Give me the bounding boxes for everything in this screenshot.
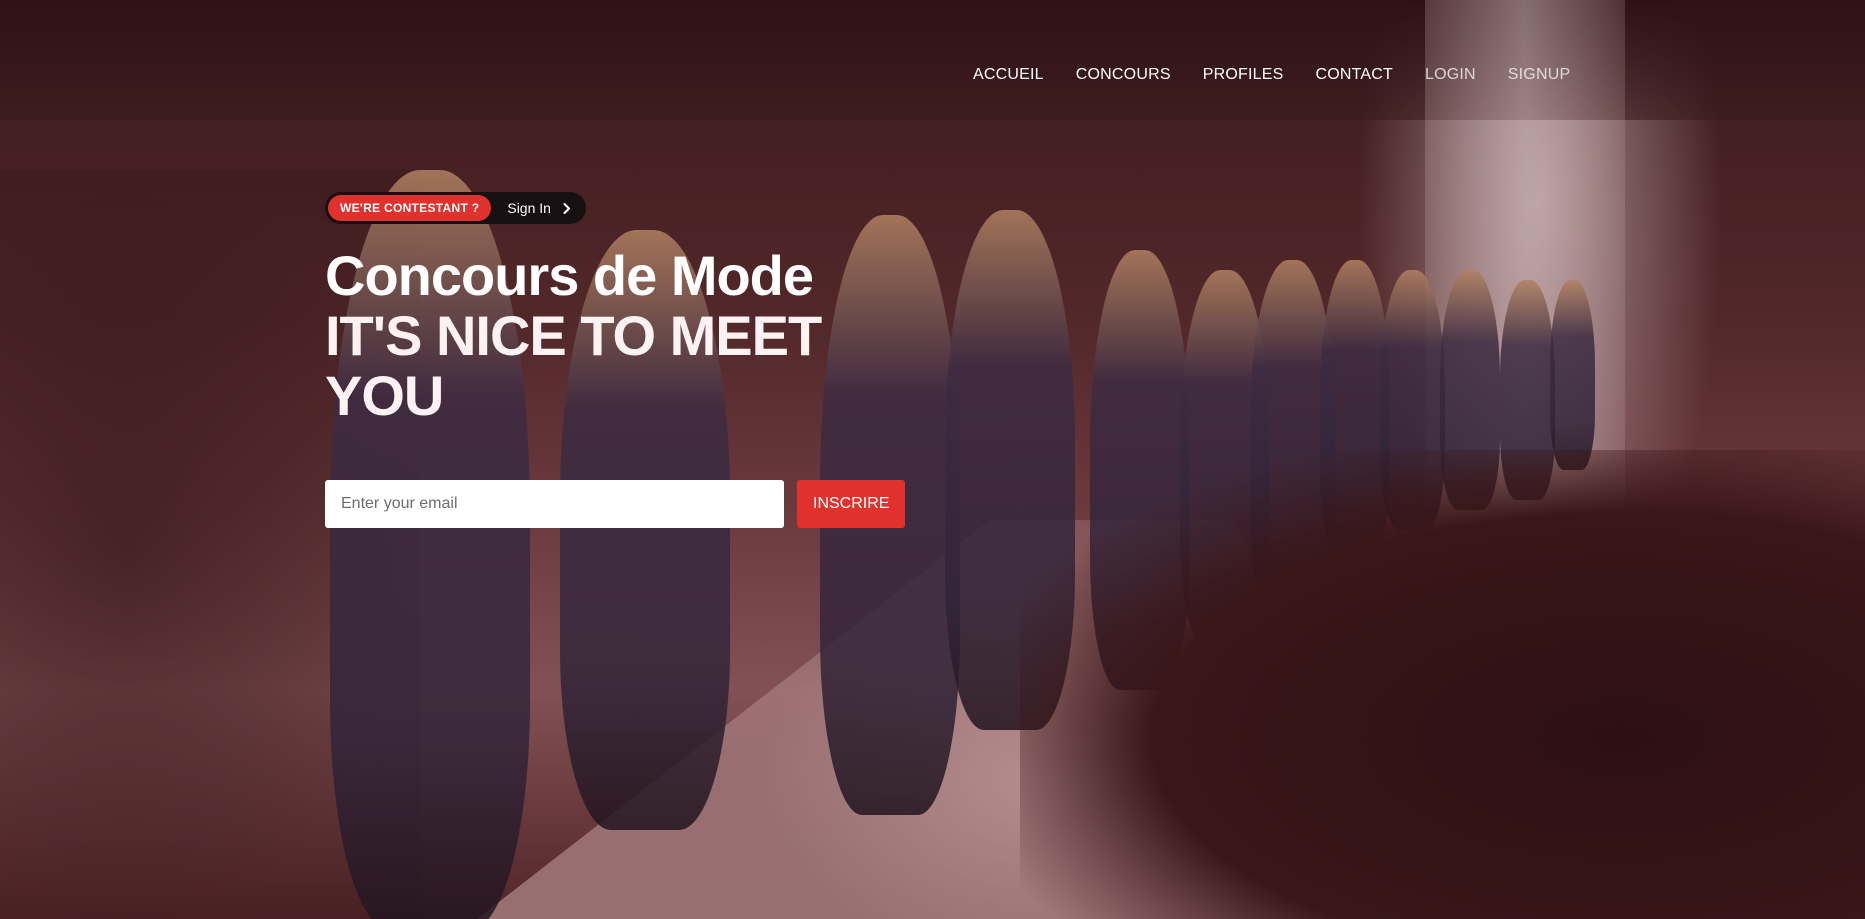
signin-link[interactable]: Sign In [507, 195, 551, 221]
nav-item-accueil[interactable]: ACCUEIL [973, 64, 1044, 86]
main-nav: ACCUEIL CONCOURS PROFILES CONTACT LOGIN … [973, 64, 1602, 86]
contestant-badge: WE'RE CONTESTANT ? [328, 195, 492, 221]
hero-section: ACCUEIL CONCOURS PROFILES CONTACT LOGIN … [0, 0, 1865, 919]
hero-overlay [0, 0, 1865, 919]
hero-content: WE'RE CONTESTANT ? Sign In Concours de M… [325, 192, 925, 528]
contestant-pill[interactable]: WE'RE CONTESTANT ? Sign In [325, 192, 586, 224]
hero-title-main: Concours de Mode [325, 244, 814, 307]
signup-form: INSCRIRE [325, 480, 925, 528]
nav-item-concours[interactable]: CONCOURS [1076, 64, 1171, 86]
inscrire-button[interactable]: INSCRIRE [797, 480, 906, 528]
nav-item-signup[interactable]: SIGNUP [1508, 64, 1571, 86]
nav-item-contact[interactable]: CONTACT [1315, 64, 1393, 86]
hero-title-sub: IT'S NICE TO MEET YOU [325, 304, 822, 427]
email-input[interactable] [325, 480, 784, 528]
nav-item-login[interactable]: LOGIN [1425, 64, 1476, 86]
chevron-right-icon [563, 195, 573, 221]
nav-item-profiles[interactable]: PROFILES [1203, 64, 1284, 86]
hero-title: Concours de Mode IT'S NICE TO MEET YOU [325, 246, 925, 426]
